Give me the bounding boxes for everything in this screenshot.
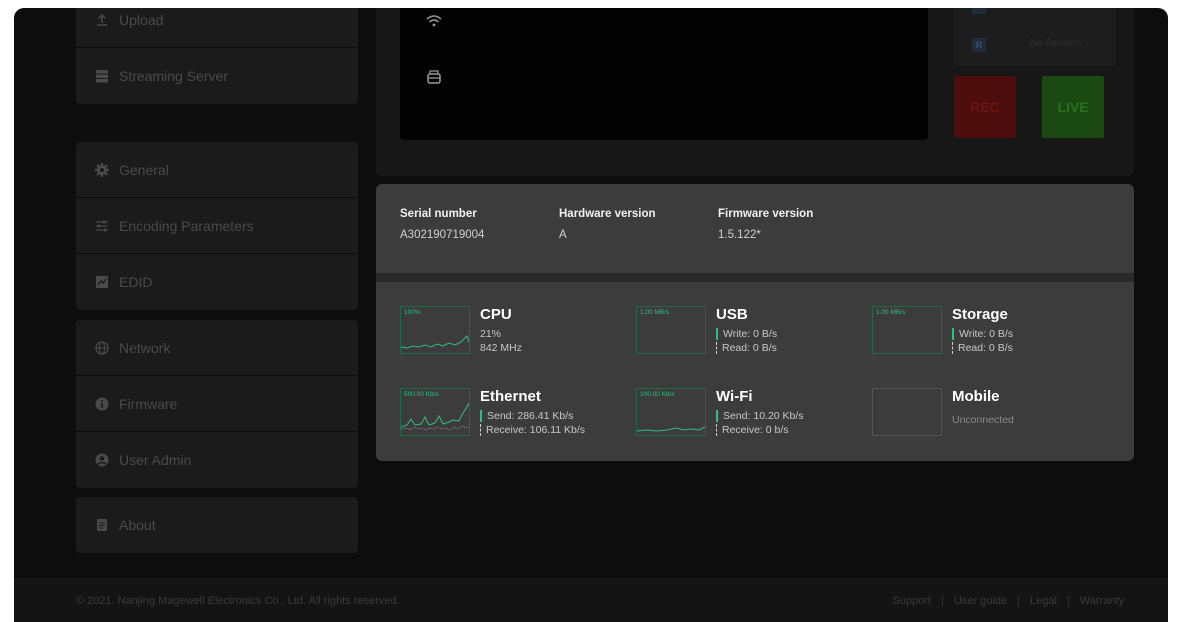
cpu-graph: 100% [400, 306, 470, 354]
usb-write: Write: 0 B/s [716, 328, 777, 340]
ethernet-receive: Receive: 106.11 Kb/s [480, 424, 585, 436]
storage-stat: 1.00 MB/s Storage Write: 0 B/s Read: 0 B… [872, 306, 1112, 362]
mobile-graph [872, 388, 942, 436]
upload-icon [94, 12, 110, 28]
server-icon [94, 68, 110, 84]
edid-icon [94, 274, 110, 290]
app-window: Upload Streaming Server General Encoding… [14, 8, 1168, 622]
record-button[interactable]: REC [954, 76, 1016, 138]
storage-graph-scale: 1.00 MB/s [876, 309, 906, 316]
footer-link-legal[interactable]: Legal [1020, 595, 1067, 607]
sidebar-item-label: About [119, 517, 156, 533]
firmware-version-value: 1.5.122* [718, 229, 761, 241]
wifi-title: Wi-Fi [716, 388, 753, 405]
live-button[interactable]: LIVE [1042, 76, 1104, 138]
copyright-text: © 2021. Nanjing Magewell Electronics Co.… [76, 595, 400, 607]
usb-graph-scale: 1.00 MB/s [640, 309, 670, 316]
sidebar-group-settings: General Encoding Parameters EDID [76, 142, 358, 310]
hardware-version-label: Hardware version [559, 208, 656, 220]
wifi-receive: Receive: 0 b/s [716, 424, 789, 436]
usb-drive-icon [424, 68, 444, 88]
footer-link-warranty[interactable]: Warranty [1070, 595, 1134, 607]
sidebar-item-label: EDID [119, 274, 153, 290]
sliders-icon [94, 218, 110, 234]
usb-title: USB [716, 306, 748, 323]
sidebar-item-about[interactable]: About [76, 497, 358, 553]
sidebar-item-firmware[interactable]: Firmware [76, 376, 358, 432]
ethernet-stat: 500.00 Kb/s Ethernet Send: 286.41 Kb/s R… [400, 388, 640, 444]
cpu-usage: 21% [480, 328, 502, 340]
wifi-graph: 100.00 Kb/s [636, 388, 706, 436]
sidebar-item-streaming-server[interactable]: Streaming Server [76, 48, 358, 104]
session-status: No Session [1030, 38, 1082, 49]
mobile-title: Mobile [952, 388, 1000, 405]
hardware-version-field: Hardware version A [559, 208, 656, 241]
cpu-frequency: 842 MHz [480, 342, 523, 354]
storage-graph: 1.00 MB/s [872, 306, 942, 354]
ethernet-send: Send: 286.41 Kb/s [480, 410, 573, 422]
sidebar-item-label: Firmware [119, 395, 178, 412]
dashboard-status-panel: R No Session REC LIVE [376, 8, 1134, 176]
serial-number-field: Serial number A302190719004 [400, 208, 484, 241]
sidebar-item-encoding-parameters[interactable]: Encoding Parameters [76, 198, 358, 254]
sidebar-item-upload[interactable]: Upload [76, 8, 358, 48]
sidebar-item-label: Upload [119, 11, 164, 28]
storage-write: Write: 0 B/s [952, 328, 1013, 340]
usb-stat: 1.00 MB/s USB Write: 0 B/s Read: 0 B/s [636, 306, 876, 362]
firmware-version-field: Firmware version 1.5.122* [718, 208, 813, 241]
wifi-send: Send: 10.20 Kb/s [716, 410, 804, 422]
user-icon [94, 452, 110, 468]
sidebar-item-label: Streaming Server [119, 68, 228, 84]
mobile-status: Unconnected [952, 414, 1014, 426]
wifi-icon [424, 12, 444, 32]
page-footer: © 2021. Nanjing Magewell Electronics Co.… [14, 578, 1168, 622]
wifi-stat: 100.00 Kb/s Wi-Fi Send: 10.20 Kb/s Recei… [636, 388, 876, 444]
ethernet-title: Ethernet [480, 388, 541, 405]
storage-read: Read: 0 B/s [952, 342, 1013, 354]
sidebar-group-about: About [76, 497, 358, 553]
sidebar-group-system: Network Firmware User Admin [76, 320, 358, 488]
usb-graph: 1.00 MB/s [636, 306, 706, 354]
cpu-stat: 100% CPU 21% 842 MHz [400, 306, 640, 362]
video-preview [400, 8, 928, 140]
sidebar-group-storage: Upload Streaming Server [76, 8, 358, 104]
usb-read: Read: 0 B/s [716, 342, 777, 354]
sidebar-item-label: User Admin [119, 452, 192, 468]
footer-link-user-guide[interactable]: User guide [944, 595, 1017, 607]
footer-links: Support | User guide | Legal | Warranty [883, 595, 1134, 607]
sidebar-item-label: General [119, 161, 169, 178]
gear-icon [94, 162, 110, 178]
document-icon [94, 517, 110, 533]
system-stats-panel: 100% CPU 21% 842 MHz 1.00 MB/s USB Write… [376, 282, 1134, 461]
sidebar-item-general[interactable]: General [76, 142, 358, 198]
record-badge: R [972, 38, 986, 52]
cpu-title: CPU [480, 306, 512, 323]
sidebar-item-user-admin[interactable]: User Admin [76, 432, 358, 488]
device-info-panel: Serial number A302190719004 Hardware ver… [376, 184, 1134, 273]
hardware-version-value: A [559, 229, 567, 241]
ethernet-graph: 500.00 Kb/s [400, 388, 470, 436]
serial-number-value: A302190719004 [400, 229, 485, 241]
sidebar-item-label: Network [119, 339, 171, 356]
mobile-stat: Mobile Unconnected [872, 388, 1112, 444]
sidebar-item-network[interactable]: Network [76, 320, 358, 376]
sidebar-item-edid[interactable]: EDID [76, 254, 358, 310]
serial-number-label: Serial number [400, 208, 477, 220]
info-icon [94, 396, 110, 412]
firmware-version-label: Firmware version [718, 208, 814, 220]
storage-title: Storage [952, 306, 1008, 323]
panel-divider [376, 273, 1134, 282]
recording-session-info: R No Session [954, 8, 1116, 66]
sidebar-item-label: Encoding Parameters [119, 217, 254, 234]
footer-link-support[interactable]: Support [883, 595, 942, 607]
globe-icon [94, 340, 110, 356]
status-badge [972, 8, 986, 14]
